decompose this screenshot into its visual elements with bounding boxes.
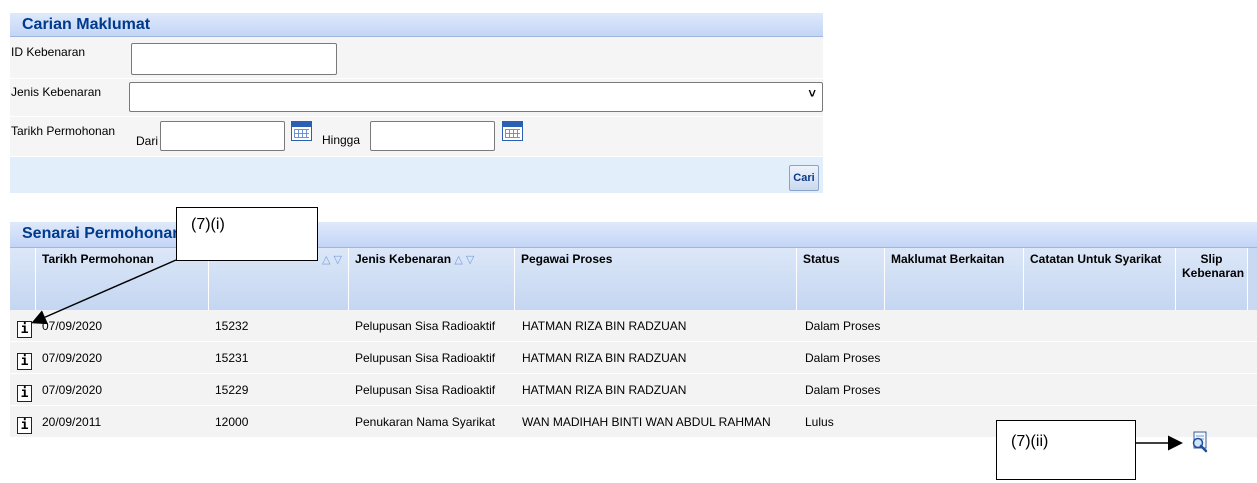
annotation-box-7i: (7)(i): [176, 207, 318, 261]
annotation-label-7i: (7)(i): [191, 216, 225, 233]
annotation-box-7ii: (7)(ii): [996, 420, 1136, 480]
annotation-label-7ii: (7)(ii): [1011, 433, 1049, 450]
